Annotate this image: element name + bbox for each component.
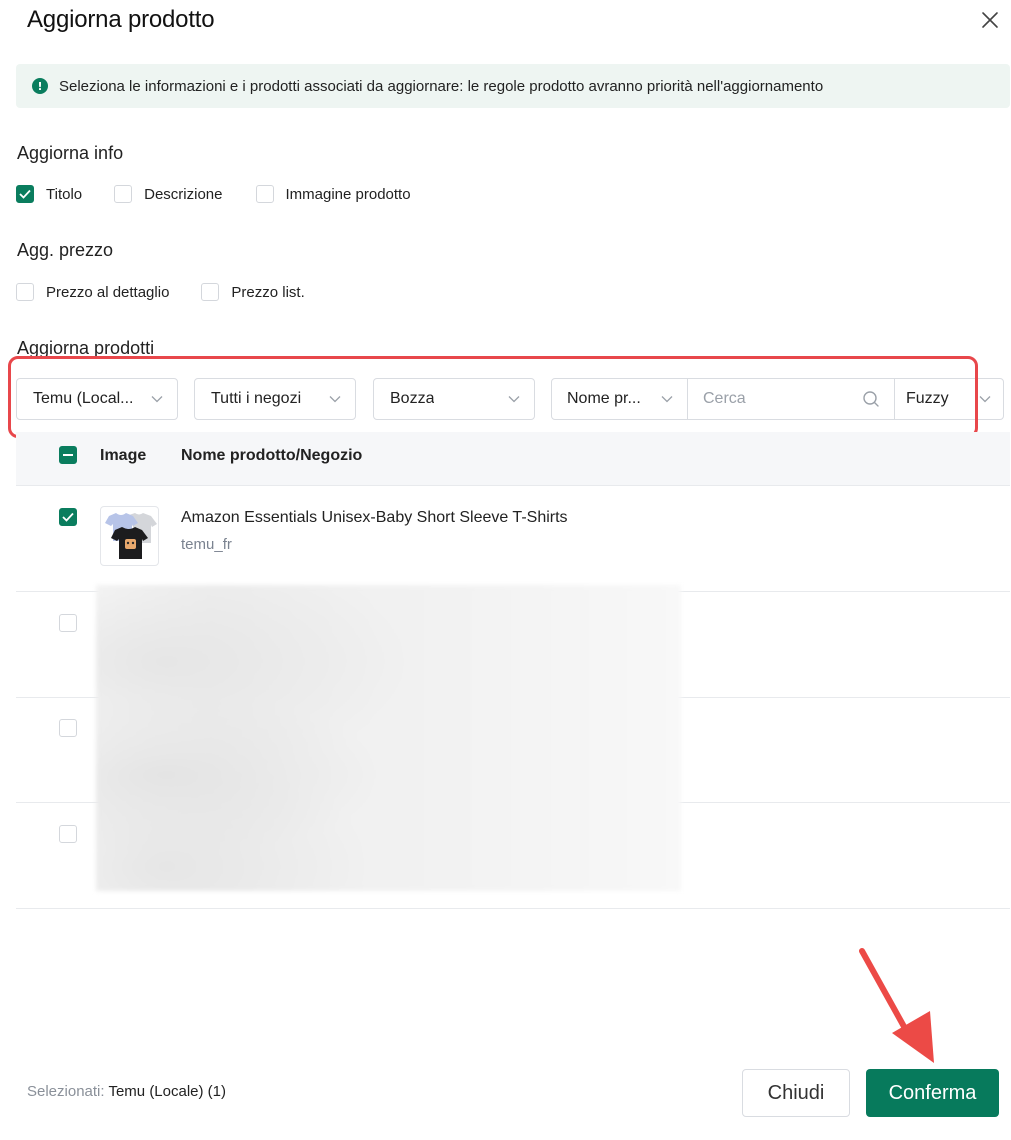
close-icon[interactable] [978,8,1002,32]
column-header-image: Image [100,447,147,464]
select-all-checkbox[interactable] [59,446,77,464]
table-row[interactable]: Amazon Essentials Unisex-Baby Short Slee… [16,486,1010,592]
checkbox-box[interactable] [201,283,220,301]
checkbox-descrizione[interactable]: Descrizione [114,185,223,203]
checkbox-prezzo-list[interactable]: Prezzo list. [201,283,305,301]
update-info-label: Aggiorna info [17,143,124,163]
confirm-button[interactable]: Conferma [866,1069,999,1117]
checkbox-label: Immagine prodotto [285,185,411,203]
checkbox-box[interactable] [255,185,274,203]
product-store: temu_fr [181,536,232,553]
row-checkbox[interactable] [59,719,77,737]
selected-label: Selezionati: [27,1083,105,1100]
dialog-title: Aggiorna prodotto [27,6,215,33]
update-product-dialog: Aggiorna prodotto ! Seleziona le informa… [0,0,1011,1140]
exclamation-icon: ! [32,78,48,94]
selected-value: Temu (Locale) (1) [108,1083,227,1100]
close-button[interactable]: Chiudi [742,1069,850,1117]
checkbox-immagine-prodotto[interactable]: Immagine prodotto [255,185,411,203]
redacted-blur [96,585,681,891]
product-name: Amazon Essentials Unisex-Baby Short Slee… [181,509,568,526]
row-checkbox[interactable] [59,614,77,632]
checkbox-box[interactable] [114,185,133,203]
row-checkbox[interactable] [59,508,77,526]
checkbox-prezzo-dettaglio[interactable]: Prezzo al dettaglio [16,283,169,301]
checkbox-checked-icon[interactable] [16,185,34,203]
filter-highlight-box [8,356,978,438]
update-info-options: Titolo Descrizione Immagine prodotto [16,185,411,203]
checkbox-titolo[interactable]: Titolo [16,185,82,203]
checkbox-box[interactable] [16,283,34,301]
table-header: Image Nome prodotto/Negozio [16,432,1010,486]
checkbox-label: Descrizione [144,185,223,203]
checkbox-label: Prezzo al dettaglio [46,283,170,301]
selected-summary: Selezionati: Temu (Locale) (1) [27,1083,226,1100]
update-price-label: Agg. prezzo [17,240,114,260]
update-price-options: Prezzo al dettaglio Prezzo list. [16,283,305,301]
checkbox-label: Titolo [46,185,83,203]
column-header-name: Nome prodotto/Negozio [181,447,363,464]
info-alert: ! Seleziona le informazioni e i prodotti… [16,64,1010,108]
product-thumbnail [100,506,159,566]
chevron-down-icon [979,396,991,403]
checkbox-label: Prezzo list. [231,283,305,301]
row-checkbox[interactable] [59,825,77,843]
alert-text: Seleziona le informazioni e i prodotti a… [59,77,824,95]
pointer-arrow-annotation [859,948,934,1063]
